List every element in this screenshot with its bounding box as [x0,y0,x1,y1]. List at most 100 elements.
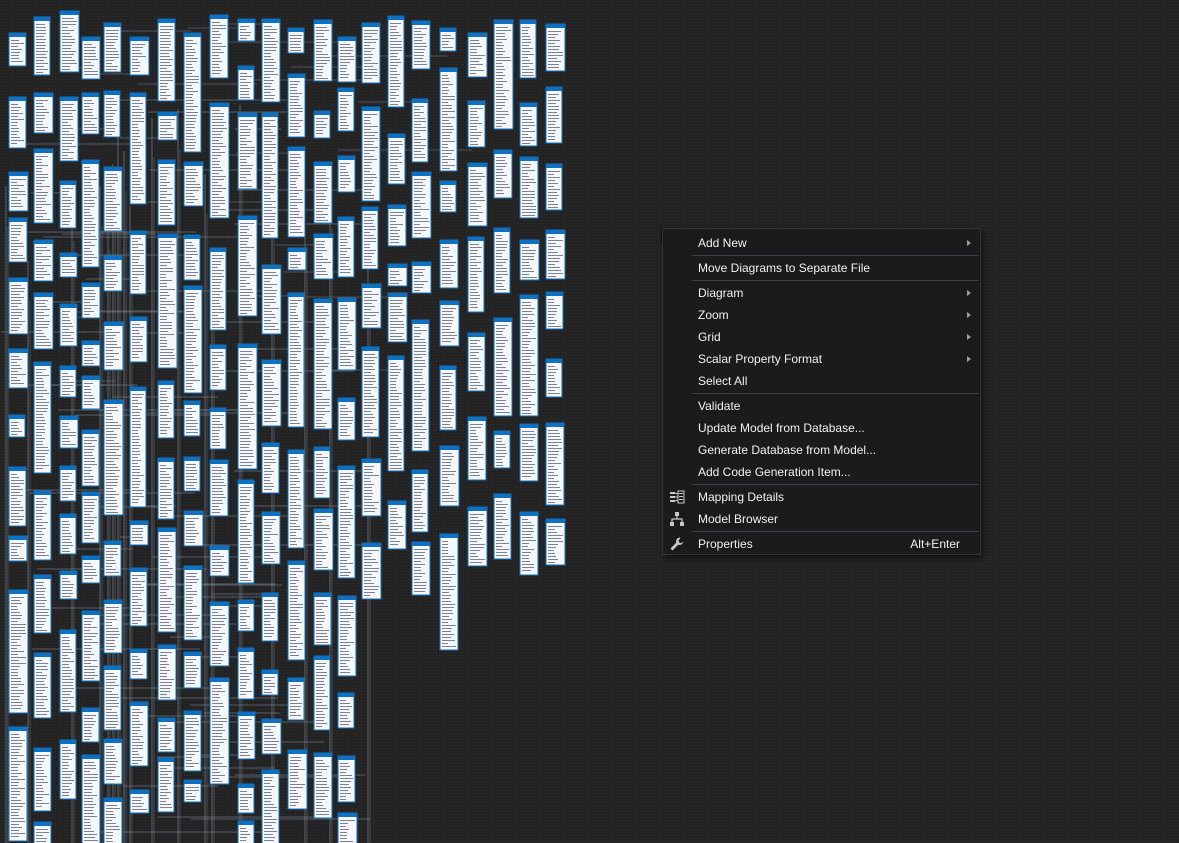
entity-shape[interactable] [103,797,123,843]
entity-shape[interactable] [545,518,566,566]
entity-shape[interactable] [519,423,539,482]
entity-shape[interactable] [81,754,101,843]
entity-shape[interactable] [387,355,405,472]
entity-shape[interactable] [439,239,459,289]
entity-shape[interactable] [8,277,29,335]
entity-shape[interactable] [129,386,147,508]
entity-shape[interactable] [33,239,54,282]
entity-shape[interactable] [103,599,123,654]
entity-shape[interactable] [81,340,101,367]
entity-shape[interactable] [545,86,563,144]
entity-shape[interactable] [81,159,100,268]
entity-shape[interactable] [237,820,255,843]
entity-shape[interactable] [411,261,432,294]
entity-shape[interactable] [33,574,52,634]
entity-shape[interactable] [129,520,149,546]
entity-shape[interactable] [337,155,356,193]
entity-shape[interactable] [81,429,100,487]
entity-shape[interactable] [237,112,258,190]
entity-shape[interactable] [261,18,281,103]
entity-shape[interactable] [33,490,52,561]
entity-shape[interactable] [8,726,28,842]
entity-shape[interactable] [157,527,177,633]
entity-shape[interactable] [261,442,280,494]
entity-shape[interactable] [209,677,230,785]
entity-shape[interactable] [59,303,78,347]
entity-shape[interactable] [493,430,511,469]
entity-shape[interactable] [81,282,101,319]
entity-shape[interactable] [519,239,540,281]
entity-shape[interactable] [493,317,513,417]
entity-shape[interactable] [209,407,227,450]
entity-shape[interactable] [337,465,356,579]
entity-shape[interactable] [183,234,201,281]
entity-shape[interactable] [287,146,306,238]
entity-shape[interactable] [183,400,201,437]
entity-shape[interactable] [411,20,431,70]
entity-shape[interactable] [183,32,202,153]
entity-shape[interactable] [313,233,334,280]
entity-shape[interactable] [361,346,380,438]
entity-shape[interactable] [545,229,566,280]
entity-shape[interactable] [519,19,537,79]
entity-shape[interactable] [81,375,101,410]
entity-shape[interactable] [157,111,178,141]
entity-shape[interactable] [59,465,77,502]
entity-shape[interactable] [261,264,282,335]
entity-shape[interactable] [209,344,227,391]
entity-shape[interactable] [387,292,408,343]
entity-shape[interactable] [33,148,54,224]
entity-shape[interactable] [103,255,123,292]
menu-item-mapping-details[interactable]: Mapping Details [663,486,980,508]
entity-shape[interactable] [261,592,279,642]
entity-shape[interactable] [157,457,175,520]
entity-shape[interactable] [129,701,149,767]
entity-shape[interactable] [8,32,27,67]
entity-shape[interactable] [103,540,122,577]
menu-item-move-diagrams[interactable]: Move Diagrams to Separate File [663,257,980,279]
entity-shape[interactable] [237,711,256,760]
entity-shape[interactable] [261,112,279,239]
entity-shape[interactable] [157,717,176,753]
entity-shape[interactable] [411,171,432,239]
entity-shape[interactable] [237,599,255,632]
entity-shape[interactable] [361,22,381,84]
entity-shape[interactable] [129,36,150,76]
entity-shape[interactable] [183,565,203,641]
entity-shape[interactable] [33,92,54,134]
entity-shape[interactable] [545,422,565,506]
entity-shape[interactable] [183,710,202,772]
entity-shape[interactable] [439,27,457,52]
entity-shape[interactable] [8,414,26,438]
entity-shape[interactable] [313,446,331,499]
entity-shape[interactable] [129,92,147,205]
entity-shape[interactable] [337,397,356,441]
entity-shape[interactable] [237,783,255,814]
entity-shape[interactable] [313,752,333,819]
entity-shape[interactable] [8,217,28,263]
entity-shape[interactable] [361,458,382,517]
entity-shape[interactable] [337,755,356,803]
entity-shape[interactable] [129,316,148,363]
entity-shape[interactable] [33,821,52,843]
entity-shape[interactable] [33,747,52,812]
entity-shape[interactable] [103,22,122,73]
entity-shape[interactable] [545,23,566,72]
menu-item-validate[interactable]: Validate [663,395,980,417]
entity-shape[interactable] [209,247,227,331]
entity-shape[interactable] [59,739,77,800]
entity-shape[interactable] [129,648,148,680]
entity-shape[interactable] [59,252,78,278]
entity-shape[interactable] [157,380,175,439]
entity-shape[interactable] [59,513,77,555]
entity-shape[interactable] [8,589,29,714]
entity-shape[interactable] [209,601,230,667]
entity-shape[interactable] [81,555,101,584]
entity-shape[interactable] [313,161,333,224]
entity-shape[interactable] [33,16,51,76]
entity-shape[interactable] [129,230,147,295]
entity-shape[interactable] [8,348,29,389]
entity-shape[interactable] [103,738,123,785]
entity-shape[interactable] [519,294,539,417]
entity-shape[interactable] [439,67,458,172]
